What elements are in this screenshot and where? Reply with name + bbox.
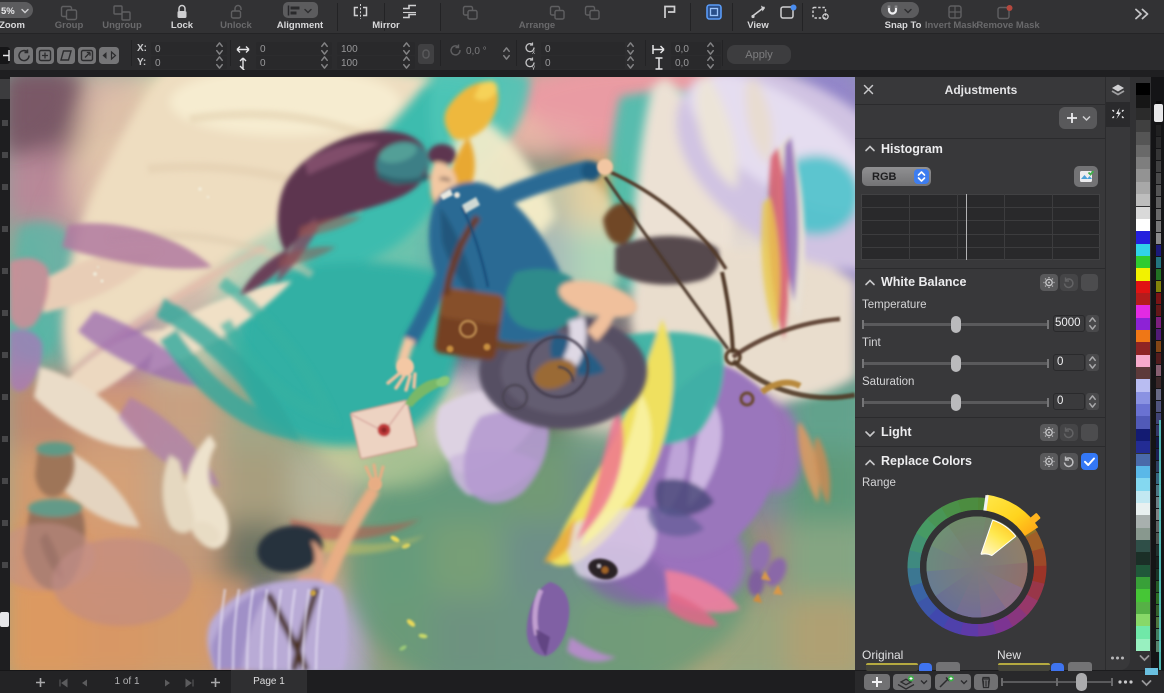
svg-text:x: x xyxy=(532,50,535,55)
svg-text:y: y xyxy=(532,65,535,70)
